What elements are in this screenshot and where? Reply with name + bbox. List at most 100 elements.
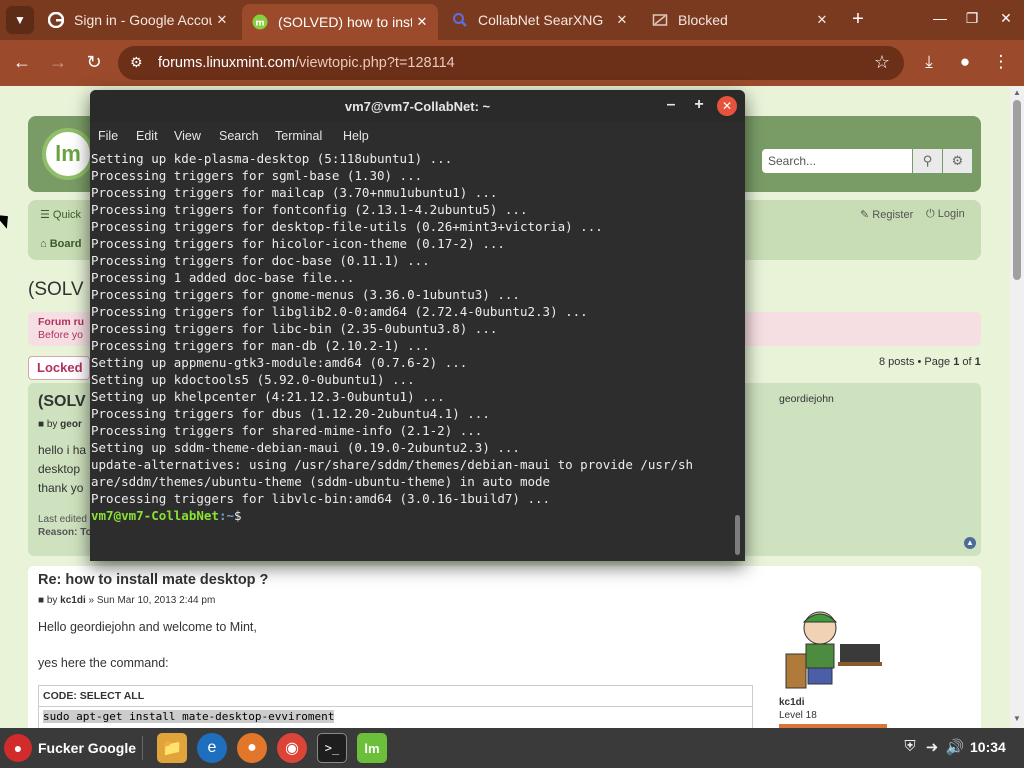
clock[interactable]: 10:34 (970, 739, 1006, 755)
tab-linuxmint-forum[interactable]: m (SOLVED) how to inst ✕ (242, 4, 438, 40)
post-date: » Sun Mar 10, 2013 2:44 pm (85, 595, 216, 606)
linux-mint-logo[interactable]: lm (42, 128, 94, 180)
mint-install-icon[interactable]: lm (357, 733, 387, 763)
scroll-up-icon[interactable]: ▲ (1013, 88, 1021, 97)
svg-text:m: m (255, 19, 264, 29)
back-to-top-icon[interactable]: ▲ (964, 537, 976, 549)
terminal-icon[interactable]: >_ (317, 733, 347, 763)
forward-button[interactable]: → (46, 52, 70, 73)
network-icon[interactable]: ➜ (922, 738, 942, 756)
register-label: Register (872, 209, 914, 221)
prompt-symbol: $ (234, 508, 242, 523)
post-body-line: desktop (38, 462, 81, 476)
post-username[interactable]: geordiejohn (779, 393, 834, 405)
reload-button[interactable]: ↻ (82, 52, 106, 73)
menu-file[interactable]: File (98, 129, 118, 143)
tab-search-button[interactable]: ▼ (6, 6, 34, 34)
forum-search-input[interactable]: Search... (762, 149, 912, 173)
terminal-line: Processing triggers for desktop-file-uti… (91, 219, 603, 234)
google-g-icon (48, 12, 64, 28)
tab-title: Blocked (678, 12, 728, 28)
scroll-down-icon[interactable]: ▼ (1013, 714, 1021, 723)
register-link[interactable]: ✎ Register (860, 208, 913, 221)
browser-menu-icon[interactable]: ⋮ (990, 52, 1012, 72)
minimize-window-button[interactable]: — (930, 10, 950, 26)
new-tab-button[interactable]: + (846, 8, 870, 31)
search-icon[interactable]: ⚲ (913, 149, 942, 173)
volume-icon[interactable]: 🔊 (945, 738, 965, 756)
terminal-prompt[interactable]: vm7@vm7-CollabNet:~$ (91, 507, 733, 524)
terminal-titlebar[interactable]: vm7@vm7-CollabNet: ~ – + ✕ (90, 90, 745, 122)
maximize-icon[interactable]: + (690, 96, 708, 114)
login-label: Login (937, 208, 965, 220)
page-scrollbar[interactable]: ▲ ▼ (1010, 86, 1024, 728)
tab-title: (SOLVED) how to inst (278, 14, 412, 30)
search-icon (452, 12, 468, 28)
close-icon[interactable]: ✕ (612, 12, 632, 28)
start-menu-button[interactable]: ● Fucker Google (4, 732, 136, 764)
menu-terminal[interactable]: Terminal (275, 129, 322, 143)
terminal-line: Processing triggers for doc-base (0.11.1… (91, 253, 430, 268)
terminal-line: update-alternatives: using /usr/share/sd… (91, 457, 694, 472)
terminal-line: Processing 1 added doc-base file... (91, 270, 355, 285)
edge-dev-icon[interactable]: e (197, 733, 227, 763)
post-author: ■ by kc1di » Sun Mar 10, 2013 2:44 pm (38, 595, 216, 606)
terminal-line: Processing triggers for mailcap (3.70+nm… (91, 185, 498, 200)
terminal-output[interactable]: Setting up kde-plasma-desktop (5:118ubun… (91, 150, 733, 524)
post-body-line: yes here the command: (38, 656, 169, 670)
menu-edit[interactable]: Edit (136, 129, 158, 143)
restore-window-button[interactable]: ❐ (962, 10, 982, 27)
author-link[interactable]: geor (60, 419, 82, 430)
user-avatar[interactable] (780, 604, 884, 694)
bookmark-star-icon[interactable]: ☆ (874, 52, 890, 73)
post-author-prefix: by (46, 419, 61, 430)
minimize-icon[interactable]: – (662, 96, 680, 114)
quick-links-menu[interactable]: ☰ Quick (40, 208, 81, 221)
files-icon[interactable]: 📁 (157, 733, 187, 763)
firefox-icon[interactable]: ● (237, 733, 267, 763)
terminal-window[interactable]: vm7@vm7-CollabNet: ~ – + ✕ File Edit Vie… (90, 90, 745, 561)
back-button[interactable]: ← (10, 52, 34, 73)
close-icon[interactable]: ✕ (717, 96, 737, 116)
terminal-line: Processing triggers for libc-bin (2.35-0… (91, 321, 498, 336)
terminal-scrollbar[interactable] (735, 515, 740, 555)
chrome-icon[interactable]: ◉ (277, 733, 307, 763)
terminal-line: Processing triggers for sgml-base (1.30)… (91, 168, 423, 183)
scrollbar-thumb[interactable] (1013, 100, 1021, 280)
shield-icon[interactable]: ⛨ (900, 738, 920, 755)
post-title[interactable]: Re: how to install mate desktop ? (38, 572, 268, 588)
code-select-all-link[interactable]: CODE: SELECT ALL (38, 685, 753, 707)
site-info-icon[interactable]: ⚙ (130, 54, 143, 71)
author-link[interactable]: kc1di (60, 595, 86, 606)
post-body: hello i ha desktop thank yo (38, 441, 86, 498)
address-bar[interactable]: ⚙ forums.linuxmint.com/viewtopic.php?t=1… (118, 46, 904, 80)
prompt-path: :~ (218, 508, 234, 523)
menu-search[interactable]: Search (219, 129, 259, 143)
url-text[interactable]: forums.linuxmint.com/viewtopic.php?t=128… (158, 55, 455, 71)
terminal-menubar: File Edit View Search Terminal Help (90, 122, 745, 150)
menu-help[interactable]: Help (343, 129, 369, 143)
user-rank: Level 18 (779, 710, 817, 721)
tab-google-sign-in[interactable]: Sign in - Google Accou ✕ (38, 4, 238, 36)
close-icon[interactable]: ✕ (212, 12, 232, 28)
post-username[interactable]: kc1di (779, 697, 805, 708)
breadcrumb[interactable]: ⌂ Board (40, 238, 81, 250)
close-window-button[interactable]: ✕ (996, 10, 1016, 27)
menu-view[interactable]: View (174, 129, 201, 143)
advanced-search-gear-icon[interactable]: ⚙ (943, 149, 972, 173)
profile-icon[interactable]: ● (954, 52, 976, 72)
edit-reason-text: Reason: To (38, 527, 92, 538)
close-icon[interactable]: ✕ (812, 12, 832, 28)
downloads-icon[interactable]: ⤓ (918, 52, 940, 72)
page-title[interactable]: (SOLV (28, 279, 84, 301)
terminal-line: Processing triggers for gnome-menus (3.3… (91, 287, 520, 302)
tab-title: CollabNet SearXNG (478, 12, 604, 28)
tab-blocked[interactable]: Blocked ✕ (642, 4, 838, 36)
login-link[interactable]: ⏻ Login (926, 208, 965, 221)
close-icon[interactable]: ✕ (412, 14, 432, 30)
url-host: forums.linuxmint.com (158, 55, 295, 71)
locked-button[interactable]: Locked (28, 356, 90, 380)
post-title[interactable]: (SOLV (38, 393, 86, 411)
tab-searxng[interactable]: CollabNet SearXNG ✕ (442, 4, 638, 36)
terminal-line: Processing triggers for libglib2.0-0:amd… (91, 304, 588, 319)
